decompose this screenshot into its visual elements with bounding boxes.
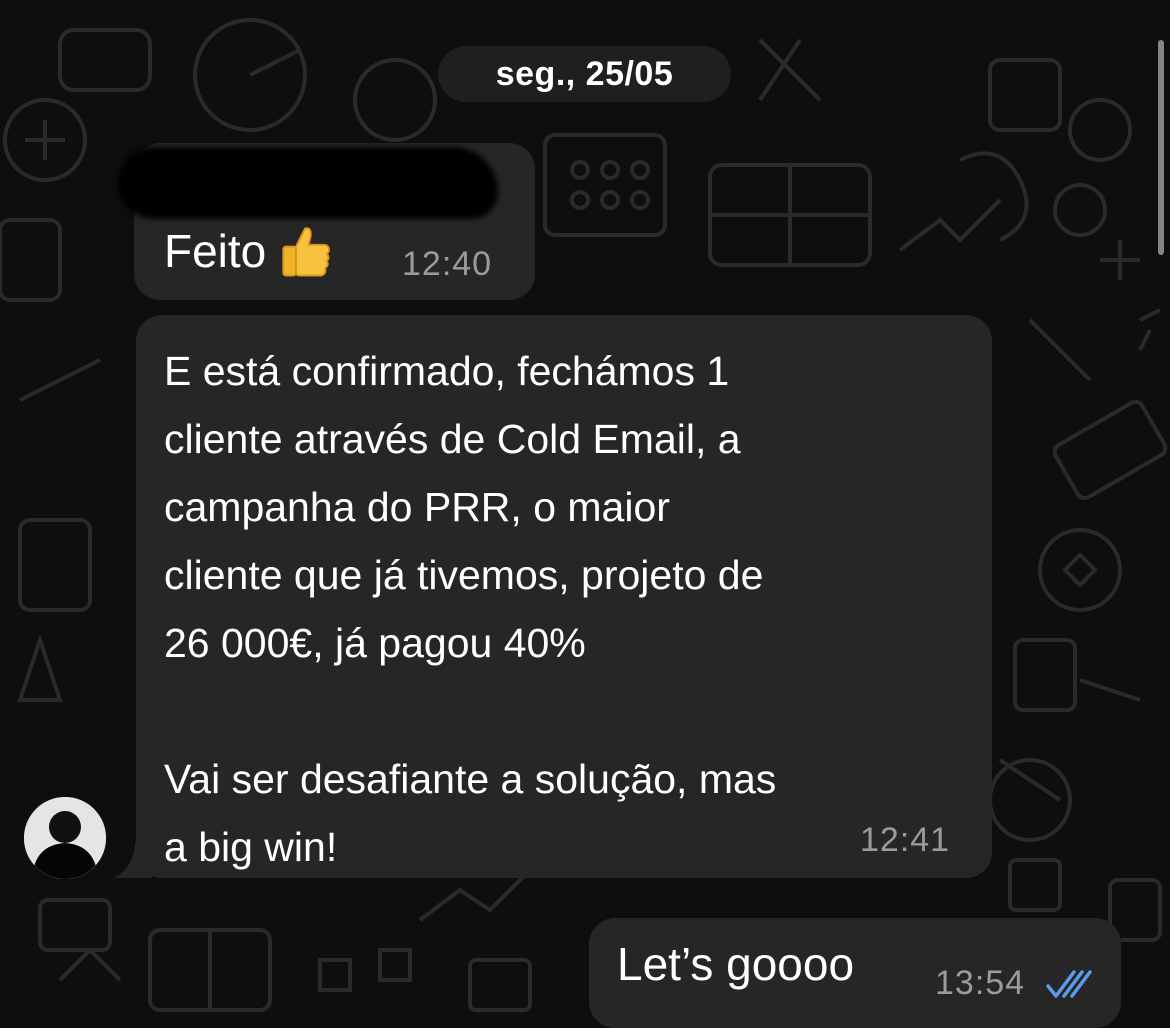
message-text: E está confirmado, fechámos 1 cliente at… bbox=[164, 348, 777, 870]
message-text: Let’s goooo bbox=[617, 938, 855, 990]
date-separator: seg., 25/05 bbox=[438, 46, 731, 102]
bubble-tail bbox=[114, 838, 152, 878]
message-timestamp: 13:54 bbox=[935, 964, 1026, 1002]
thumbs-up-icon bbox=[276, 223, 334, 281]
scrollbar[interactable] bbox=[1158, 40, 1164, 255]
contact-avatar[interactable] bbox=[24, 797, 106, 879]
message-bubble-outgoing[interactable]: Let’s goooo 13:54 bbox=[589, 918, 1121, 1028]
message-text-content: Feito bbox=[164, 225, 267, 277]
message-bubble-incoming[interactable]: Feito 12:40 bbox=[118, 143, 535, 300]
double-check-icon bbox=[1046, 970, 1092, 998]
message-text: Feito bbox=[164, 223, 334, 281]
redacted-sender-name bbox=[118, 147, 498, 219]
message-timestamp: 12:41 bbox=[860, 821, 951, 859]
message-timestamp: 12:40 bbox=[402, 245, 493, 283]
message-bubble-incoming[interactable]: E está confirmado, fechámos 1 cliente at… bbox=[136, 315, 992, 878]
